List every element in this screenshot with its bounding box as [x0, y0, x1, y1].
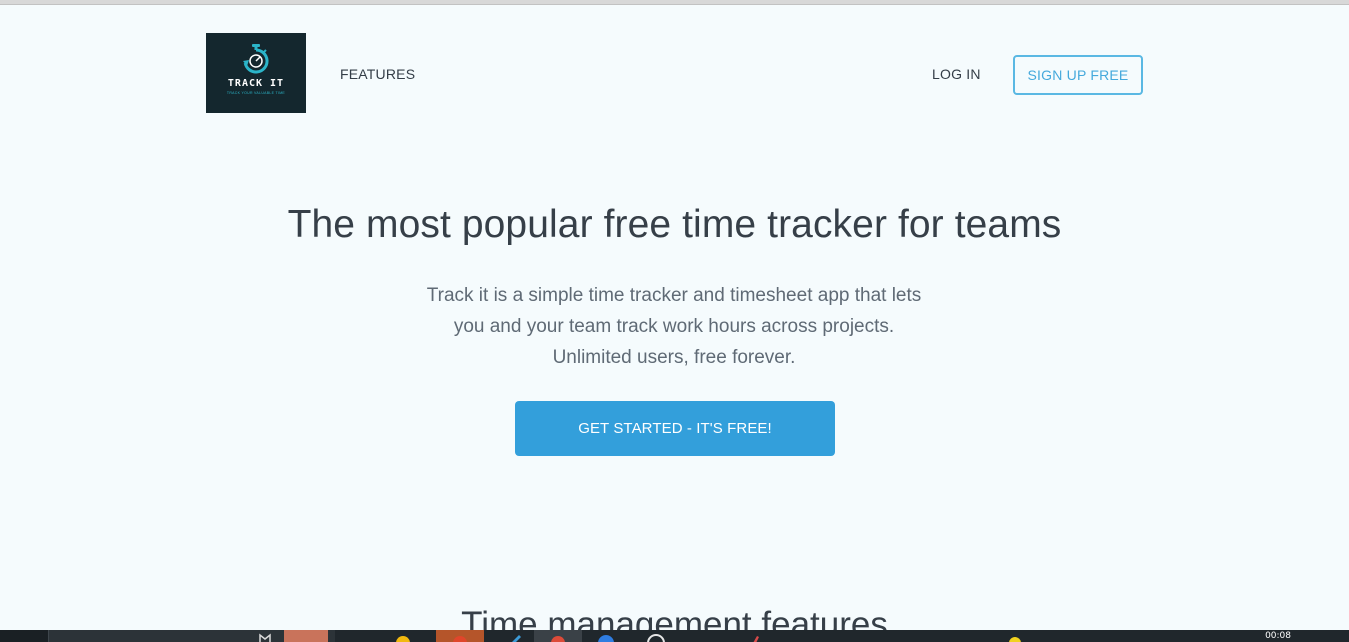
landing-page: TRACK IT TRACK YOUR VALUABLE TIME FEATUR… [0, 5, 1349, 630]
logo-tagline: TRACK YOUR VALUABLE TIME [226, 91, 286, 95]
nav-features-link[interactable]: FEATURES [340, 66, 415, 82]
hero-description-line: you and your team track work hours acros… [453, 316, 895, 337]
taskbar-app-icon[interactable] [436, 630, 484, 642]
get-started-button[interactable]: GET STARTED - IT'S FREE! [515, 401, 835, 456]
os-taskbar: 00:08 [0, 630, 1349, 642]
taskbar-app-icon[interactable] [1005, 630, 1025, 642]
logo[interactable]: TRACK IT TRACK YOUR VALUABLE TIME [206, 33, 306, 113]
start-button[interactable] [0, 630, 48, 642]
logo-title: TRACK IT [227, 78, 285, 89]
login-link[interactable]: LOG IN [932, 66, 981, 82]
taskbar-app-icon[interactable] [534, 630, 582, 642]
taskbar-app-icon[interactable] [505, 630, 525, 642]
taskbar-app-icon[interactable] [644, 630, 668, 642]
taskbar-app-icon[interactable] [594, 630, 618, 642]
taskbar-app-icon[interactable] [284, 630, 328, 642]
taskbar-app-icon[interactable] [258, 630, 272, 642]
hero-description: Track it is a simple time tracker and ti… [374, 280, 974, 373]
signup-button[interactable]: SIGN UP FREE [1013, 55, 1143, 95]
hero-description-line: Track it is a simple time tracker and ti… [426, 285, 922, 306]
hero-description-line: Unlimited users, free forever. [552, 347, 796, 368]
taskbar-clock[interactable]: 00:08 [1265, 631, 1291, 641]
taskbar-app-icon[interactable] [393, 630, 413, 642]
hero-title: The most popular free time tracker for t… [287, 203, 1062, 246]
features-section-heading: Time management features [461, 605, 888, 630]
stopwatch-icon [243, 44, 269, 74]
taskbar-app-icon[interactable] [745, 630, 765, 642]
